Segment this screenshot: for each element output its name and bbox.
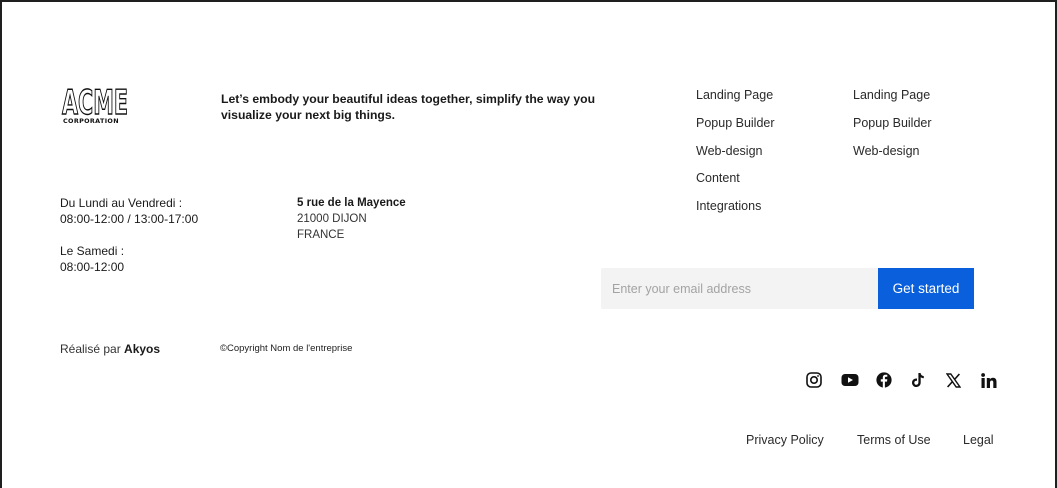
privacy-policy-link[interactable]: Privacy Policy: [746, 433, 824, 447]
credit-agency-link[interactable]: Akyos: [124, 342, 160, 356]
saturday-hours-value: 08:00-12:00: [60, 260, 125, 274]
postal-address: 5 rue de la Mayence 21000 DIJON FRANCE: [297, 195, 406, 243]
svg-text:ACME: ACME: [62, 86, 128, 116]
saturday-hours: Le Samedi : 08:00-12:00: [60, 243, 124, 275]
address-country: FRANCE: [297, 229, 345, 241]
footer-link-web-design[interactable]: Web-design: [696, 143, 775, 171]
brand-tagline: Let’s embody your beautiful ideas togeth…: [221, 92, 596, 122]
footer-links-column-2: Landing Page Popup Builder Web-design: [853, 87, 932, 170]
footer-link-landing-page[interactable]: Landing Page: [853, 87, 932, 115]
footer-link-web-design[interactable]: Web-design: [853, 143, 932, 171]
acme-logo[interactable]: ACME CORPORATION: [61, 86, 133, 125]
weekday-hours: Du Lundi au Vendredi : 08:00-12:00 / 13:…: [60, 195, 198, 227]
weekday-hours-label: Du Lundi au Vendredi :: [60, 196, 183, 210]
terms-of-use-link[interactable]: Terms of Use: [857, 433, 931, 447]
footer-link-landing-page[interactable]: Landing Page: [696, 87, 775, 115]
address-city: 21000 DIJON: [297, 213, 367, 225]
footer-link-content[interactable]: Content: [696, 170, 775, 198]
youtube-icon[interactable]: [841, 370, 876, 390]
newsletter-form: Get started: [601, 268, 974, 309]
get-started-button[interactable]: Get started: [878, 268, 974, 309]
footer-frame: [0, 0, 1057, 488]
site-credit: Réalisé par Akyos: [60, 342, 160, 356]
email-input[interactable]: [601, 268, 878, 309]
weekday-hours-value: 08:00-12:00 / 13:00-17:00: [60, 212, 199, 226]
legal-link[interactable]: Legal: [963, 433, 994, 447]
logo-wordmark: ACME: [61, 86, 128, 116]
facebook-icon[interactable]: [876, 370, 911, 390]
saturday-hours-label: Le Samedi :: [60, 244, 125, 258]
logo-subtext: CORPORATION: [63, 117, 119, 125]
footer-link-popup-builder[interactable]: Popup Builder: [696, 115, 775, 143]
credit-prefix: Réalisé par: [60, 342, 121, 356]
address-street: 5 rue de la Mayence: [297, 197, 406, 209]
footer-links-column-1: Landing Page Popup Builder Web-design Co…: [696, 87, 775, 226]
copyright-notice: ©Copyright Nom de l'entreprise: [220, 343, 353, 354]
x-icon[interactable]: [946, 370, 981, 390]
instagram-icon[interactable]: [806, 370, 841, 390]
linkedin-icon[interactable]: [981, 370, 1016, 390]
social-links: [806, 370, 1016, 390]
tiktok-icon[interactable]: [911, 370, 946, 390]
footer-link-integrations[interactable]: Integrations: [696, 198, 775, 226]
footer-link-popup-builder[interactable]: Popup Builder: [853, 115, 932, 143]
